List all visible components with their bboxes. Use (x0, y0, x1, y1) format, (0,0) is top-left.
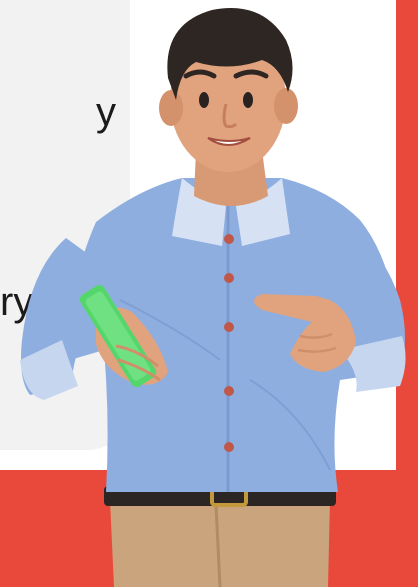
shirt-button (224, 442, 234, 452)
person-illustration (20, 8, 406, 587)
shirt-button (224, 273, 234, 283)
shirt-button (224, 322, 234, 332)
shirt-button (224, 234, 234, 244)
eye-left (199, 92, 209, 108)
shirt-button (224, 386, 234, 396)
ear-right (274, 88, 298, 124)
eye-right (243, 92, 253, 108)
ear-left (159, 90, 183, 126)
